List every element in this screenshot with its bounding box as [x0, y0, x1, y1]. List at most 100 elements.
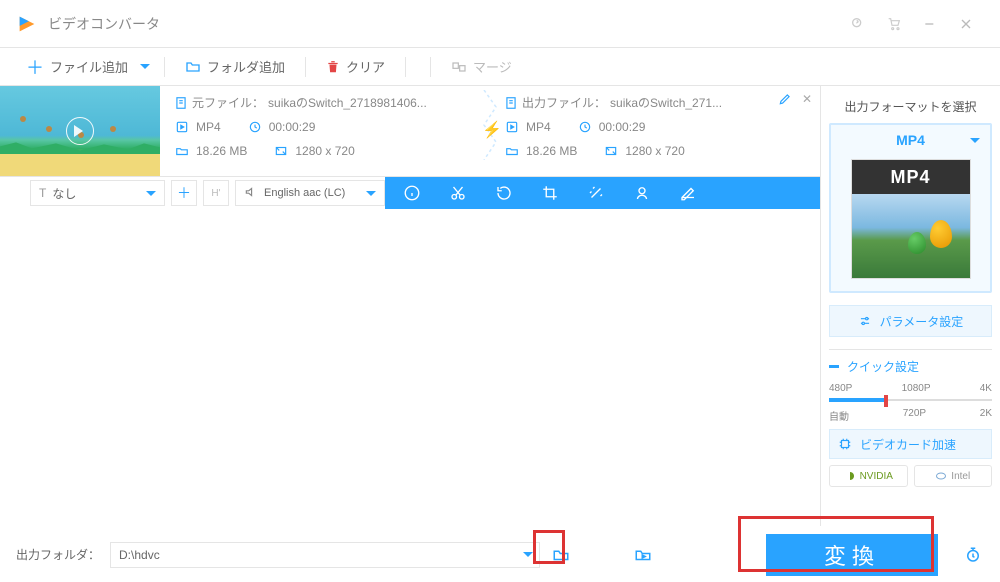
subtitle-value: なし — [52, 185, 76, 202]
source-info: 元ファイル： suikaのSwitch_2718981406... MP4 00… — [160, 86, 490, 176]
add-subtitle-button[interactable]: ＋ — [171, 180, 197, 206]
resolution-slider[interactable]: 480P 1080P 4K 自動 720P 2K — [829, 383, 992, 423]
file-icon — [504, 96, 518, 110]
format-badge: MP4 — [852, 160, 970, 194]
tick: 4K — [980, 383, 992, 394]
subtitle-select[interactable]: T なし — [30, 180, 165, 206]
format-icon — [174, 119, 190, 135]
bolt-icon: ⚡ — [482, 120, 502, 140]
video-thumbnail[interactable] — [0, 86, 160, 176]
source-duration: 00:00:29 — [269, 120, 316, 134]
quick-settings-title: クイック設定 — [829, 358, 992, 375]
parameter-settings-button[interactable]: パラメータ設定 — [829, 305, 992, 337]
source-format: MP4 — [196, 120, 221, 134]
slider-handle[interactable] — [884, 395, 888, 407]
file-item[interactable]: 元ファイル： suikaのSwitch_2718981406... MP4 00… — [0, 86, 820, 177]
play-icon[interactable] — [66, 117, 94, 145]
nvidia-icon — [844, 470, 856, 482]
bottom-bar: 出力フォルダ： D:\hdvc 変換 — [0, 526, 1000, 582]
gpu-label: ビデオカード加速 — [860, 436, 956, 453]
hardware-button[interactable]: H' — [203, 180, 229, 206]
folder-icon — [185, 59, 201, 75]
merge-icon — [451, 59, 467, 75]
format-name: MP4 — [896, 132, 925, 148]
edit-toolbar — [385, 177, 820, 209]
resolution-icon — [273, 143, 289, 159]
tick: 480P — [829, 383, 852, 394]
cart-icon[interactable] — [876, 0, 912, 48]
browse-folder-icon[interactable] — [550, 544, 572, 566]
schedule-icon[interactable] — [962, 544, 984, 566]
panel-title: 出力フォーマットを選択 — [829, 98, 992, 115]
help-icon[interactable] — [840, 0, 876, 48]
trash-icon — [326, 60, 340, 74]
audio-value: English aac (LC) — [264, 187, 345, 199]
output-folder-label: 出力フォルダ： — [16, 546, 100, 563]
file-icon — [174, 96, 188, 110]
minimize-icon[interactable] — [912, 0, 948, 48]
quick-label: クイック設定 — [847, 358, 919, 375]
merge-label: マージ — [473, 57, 512, 76]
output-prefix: 出力ファイル： — [522, 94, 606, 111]
format-preview-icon: MP4 — [851, 159, 971, 279]
chevron-down-icon — [146, 191, 156, 201]
tick: 2K — [980, 408, 992, 423]
app-title: ビデオコンバータ — [48, 14, 160, 34]
clear-button[interactable]: クリア — [320, 57, 391, 76]
size-icon — [174, 143, 190, 159]
size-icon — [504, 143, 520, 159]
add-file-button[interactable]: ＋ ファイル追加 — [20, 54, 134, 80]
sliders-icon — [858, 314, 872, 328]
source-resolution: 1280 x 720 — [295, 144, 354, 158]
convert-label: 変換 — [824, 539, 880, 571]
nvidia-chip[interactable]: NVIDIA — [829, 465, 908, 487]
info-icon[interactable] — [401, 182, 423, 204]
add-file-dropdown-icon[interactable] — [140, 64, 150, 74]
clock-icon — [577, 119, 593, 135]
tick: 1080P — [902, 383, 931, 394]
add-folder-label: フォルダ追加 — [207, 57, 285, 76]
plus-icon: ＋ — [26, 54, 44, 80]
output-size: 18.26 MB — [526, 144, 577, 158]
chip-icon — [838, 437, 852, 451]
nvidia-label: NVIDIA — [860, 471, 893, 482]
cut-icon[interactable] — [447, 182, 469, 204]
audio-select[interactable]: English aac (LC) — [235, 180, 385, 206]
app-logo-icon — [16, 13, 38, 35]
clear-label: クリア — [346, 57, 385, 76]
output-format: MP4 — [526, 120, 551, 134]
intel-label: Intel — [951, 471, 970, 482]
format-dropdown-icon[interactable] — [970, 138, 980, 148]
output-resolution: 1280 x 720 — [625, 144, 684, 158]
format-icon — [504, 119, 520, 135]
file-list: 元ファイル： suikaのSwitch_2718981406... MP4 00… — [0, 86, 820, 526]
watermark-icon[interactable] — [631, 182, 653, 204]
output-panel: 出力フォーマットを選択 MP4 MP4 パラメータ設定 クイック設定 480P — [820, 86, 1000, 526]
chevron-down-icon — [366, 191, 376, 201]
remove-item-icon[interactable]: ✕ — [802, 92, 812, 109]
close-icon[interactable] — [948, 0, 984, 48]
crop-icon[interactable] — [539, 182, 561, 204]
main-area: 元ファイル： suikaのSwitch_2718981406... MP4 00… — [0, 86, 1000, 526]
effect-icon[interactable] — [585, 182, 607, 204]
convert-button[interactable]: 変換 — [766, 534, 938, 576]
add-folder-button[interactable]: フォルダ追加 — [179, 57, 291, 76]
rotate-icon[interactable] — [493, 182, 515, 204]
format-card[interactable]: MP4 MP4 — [829, 123, 992, 293]
param-label: パラメータ設定 — [880, 313, 964, 330]
source-prefix: 元ファイル： — [192, 94, 264, 111]
path-dropdown-icon[interactable] — [515, 543, 539, 567]
edit-output-icon[interactable] — [778, 92, 792, 109]
output-filename: suikaのSwitch_271... — [610, 94, 722, 111]
gpu-accel-button[interactable]: ビデオカード加速 — [829, 429, 992, 459]
intel-chip[interactable]: Intel — [914, 465, 993, 487]
output-path-input[interactable]: D:\hdvc — [110, 542, 540, 568]
title-bar: ビデオコンバータ — [0, 0, 1000, 48]
source-filename: suikaのSwitch_2718981406... — [268, 94, 427, 111]
output-path-value: D:\hdvc — [119, 548, 160, 562]
clock-icon — [247, 119, 263, 135]
tick: 自動 — [829, 408, 849, 423]
subtitle-edit-icon[interactable] — [677, 182, 699, 204]
open-output-folder-icon[interactable] — [632, 544, 654, 566]
add-file-label: ファイル追加 — [50, 57, 128, 76]
